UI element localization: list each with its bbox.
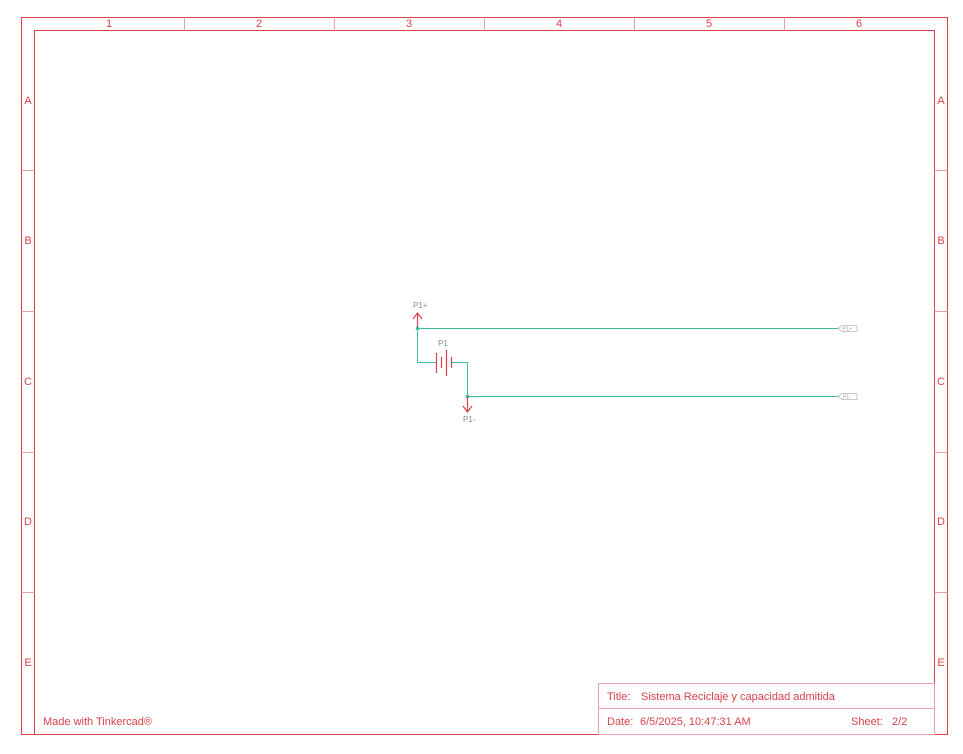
column-label-4: 4 bbox=[556, 18, 562, 30]
row-label-e-left: E bbox=[24, 657, 31, 669]
column-label-3: 3 bbox=[406, 18, 412, 30]
column-dividers bbox=[184, 17, 785, 31]
port-positive-label: P1+ bbox=[843, 327, 852, 333]
inner-border bbox=[34, 30, 935, 735]
row-label-a-left: A bbox=[24, 95, 32, 107]
column-label-5: 5 bbox=[706, 18, 712, 30]
title-value: Sistema Reciclaje y capacidad admitida bbox=[641, 691, 836, 703]
date-value: 6/5/2025, 10:47:31 AM bbox=[640, 716, 751, 728]
battery-reference: P1 bbox=[438, 339, 448, 348]
battery-negative-wire[interactable] bbox=[452, 362, 468, 397]
sheet-value: 2/2 bbox=[892, 716, 907, 728]
column-label-2: 2 bbox=[256, 18, 262, 30]
port-negative-label: P1- bbox=[843, 395, 851, 401]
column-label-1: 1 bbox=[106, 18, 112, 30]
row-label-a-right: A bbox=[937, 95, 945, 107]
column-label-6: 6 bbox=[856, 18, 862, 30]
outer-border bbox=[21, 17, 948, 735]
positive-supply-symbol[interactable]: P1+ bbox=[412, 301, 428, 328]
negative-net-label: P1- bbox=[463, 415, 476, 424]
battery-p1[interactable]: P1 bbox=[435, 339, 453, 376]
date-label: Date: bbox=[607, 716, 633, 728]
port-connector-positive[interactable]: P1+ bbox=[837, 325, 858, 333]
port-connector-negative[interactable]: P1- bbox=[837, 393, 858, 401]
sheet-label: Sheet: bbox=[851, 716, 883, 728]
row-dividers bbox=[21, 170, 948, 593]
schematic-sheet: 1 2 3 4 5 6 A B C D E A B C D E P1+ P1 P… bbox=[21, 17, 948, 735]
battery-positive-wire[interactable] bbox=[417, 328, 437, 363]
made-with-tinkercad: Made with Tinkercad® bbox=[43, 716, 152, 728]
positive-net-label: P1+ bbox=[413, 301, 428, 310]
title-label: Title: bbox=[607, 691, 630, 703]
title-block: Title: Sistema Reciclaje y capacidad adm… bbox=[598, 683, 935, 735]
row-label-d-left: D bbox=[24, 516, 32, 528]
row-label-b-right: B bbox=[937, 235, 944, 247]
row-label-c-left: C bbox=[24, 376, 32, 388]
row-label-b-left: B bbox=[24, 235, 31, 247]
row-label-c-right: C bbox=[937, 376, 945, 388]
row-label-e-right: E bbox=[937, 657, 944, 669]
row-label-d-right: D bbox=[937, 516, 945, 528]
negative-supply-symbol[interactable]: P1- bbox=[462, 396, 476, 425]
